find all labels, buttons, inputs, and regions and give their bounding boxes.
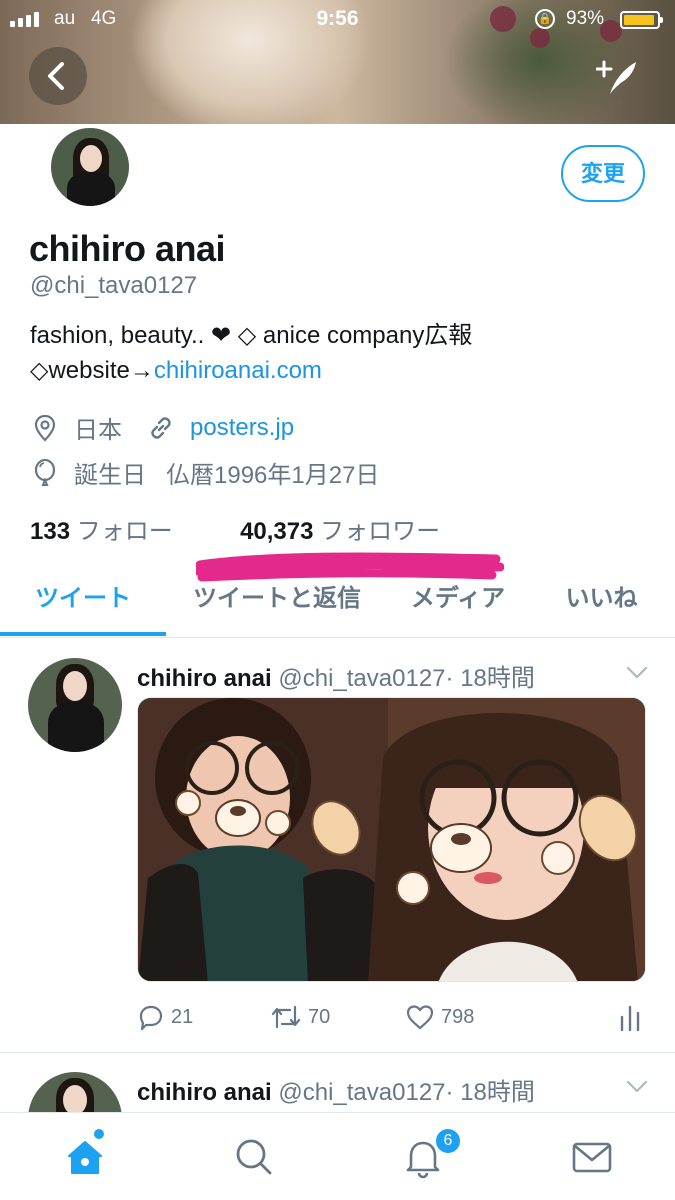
location-row: 日本 posters.jp — [30, 410, 294, 445]
birthday-label: 誕生日 — [74, 462, 146, 489]
tweet-time: · 18時間 — [445, 665, 535, 692]
tweet-author-handle: @chi_tava0127 — [278, 1079, 446, 1106]
photo-illustration — [138, 698, 645, 981]
bio-website-link[interactable]: chihiroanai.com — [154, 357, 322, 384]
messages-icon — [572, 1142, 612, 1173]
bio-line-2: ◇website→chihiroanai.com — [30, 357, 322, 384]
like-button[interactable]: 798 — [405, 1003, 474, 1031]
status-bar: au 4G 9:56 🔒 93% — [0, 0, 675, 40]
tweet-photo[interactable] — [137, 697, 646, 982]
active-tab-indicator — [0, 632, 166, 636]
bottom-nav — [0, 1112, 675, 1200]
nav-search[interactable] — [232, 1135, 276, 1179]
followers-link[interactable]: 40,373 フォロワー — [240, 518, 440, 545]
home-new-indicator — [94, 1129, 104, 1139]
tweet-actions: 21 70 798 — [0, 1003, 675, 1039]
balloon-icon — [34, 458, 56, 486]
tweet-author-handle: @chi_tava0127 — [278, 665, 446, 692]
tweet-author-name[interactable]: chihiro anai — [137, 1079, 272, 1106]
tweet-time: · 18時間 — [445, 1079, 535, 1106]
retweet-count: 70 — [308, 1005, 331, 1028]
display-name: chihiro anai — [29, 228, 226, 269]
compose-tweet-button[interactable] — [595, 58, 640, 96]
tab-media[interactable]: メディア — [388, 580, 528, 638]
nav-messages[interactable] — [570, 1135, 614, 1179]
follow-counts: 133 フォロー 40,373 フォロワー — [30, 511, 440, 546]
chevron-down-icon[interactable] — [626, 1080, 648, 1094]
like-icon — [406, 1005, 434, 1030]
tab-tweets-and-replies[interactable]: ツイートと返信 — [166, 580, 388, 638]
birthday-value: 仏暦1996年1月27日 — [166, 462, 380, 489]
analytics-button[interactable] — [618, 1003, 642, 1033]
profile-screen: au 4G 9:56 🔒 93% 変更 chihiro anai @chi_ta… — [0, 0, 675, 1200]
nav-home[interactable] — [63, 1135, 107, 1179]
retweet-button[interactable]: 70 — [270, 1003, 330, 1031]
rotation-lock-icon: 🔒 — [535, 9, 555, 29]
retweet-icon — [271, 1005, 301, 1029]
tweet-header: chihiro anai @chi_tava0127· 18時間 — [137, 658, 535, 693]
notifications-badge: 6 — [434, 1127, 462, 1155]
tweet-divider — [0, 1052, 675, 1053]
link-icon — [151, 416, 171, 439]
profile-avatar[interactable] — [47, 124, 133, 210]
profile-bio: fashion, beauty.. ❤ ◇ anice company広報 ◇w… — [30, 318, 472, 388]
analytics-icon — [620, 1005, 640, 1032]
tweet-avatar[interactable] — [28, 658, 122, 752]
birthday-row: 誕生日 仏暦1996年1月27日 — [30, 455, 379, 490]
bio-line-1: fashion, beauty.. ❤ ◇ anice company広報 — [30, 322, 473, 349]
battery-percent: 93% — [566, 8, 605, 29]
reply-count: 21 — [171, 1005, 194, 1028]
reply-icon — [139, 1005, 163, 1031]
back-button[interactable] — [29, 47, 87, 105]
like-count: 798 — [441, 1005, 475, 1028]
following-link[interactable]: 133 フォロー — [30, 518, 173, 545]
home-icon — [68, 1141, 102, 1174]
user-handle: @chi_tava0127 — [30, 272, 198, 299]
tweet-author-name[interactable]: chihiro anai — [137, 665, 272, 692]
edit-profile-button[interactable]: 変更 — [561, 145, 645, 202]
website-link[interactable]: posters.jp — [190, 414, 294, 442]
tab-tweets[interactable]: ツイート — [0, 580, 166, 638]
battery-icon — [620, 11, 663, 29]
tweet-header: chihiro anai @chi_tava0127· 18時間 — [137, 1072, 535, 1107]
back-arrow-icon — [48, 62, 64, 90]
chevron-down-icon[interactable] — [626, 666, 648, 680]
search-icon — [236, 1139, 272, 1175]
compose-icon — [595, 60, 636, 94]
tab-likes[interactable]: いいね — [528, 580, 675, 638]
reply-button[interactable]: 21 — [137, 1003, 193, 1031]
location-label: 日本 — [74, 417, 122, 444]
location-pin-icon — [34, 414, 56, 442]
profile-tabs: ツイート ツイートと返信 メディア いいね — [0, 580, 675, 638]
